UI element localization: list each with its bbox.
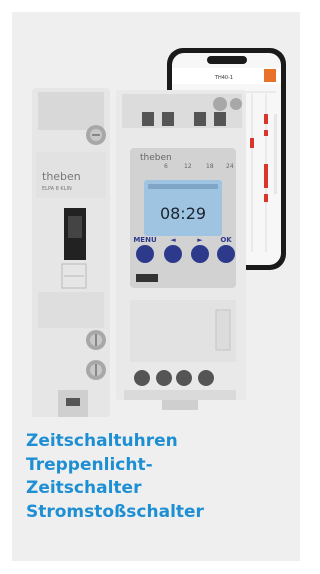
product-card[interactable]: TH40-1 theben ELPA 8 KLIN theben 6 12 18…: [12, 12, 300, 561]
ok-label: OK: [220, 236, 232, 244]
left-brand-label: theben: [42, 170, 81, 183]
ok-button: [217, 245, 235, 263]
lcd-time: 08:29: [160, 204, 206, 223]
product-image[interactable]: TH40-1 theben ELPA 8 KLIN theben 6 12 18…: [12, 12, 300, 417]
link-treppenlicht-zeitschalter-line2[interactable]: Zeitschalter: [26, 477, 204, 501]
phone-header: TH40-1: [214, 75, 233, 81]
left-model-label: ELPA 8 KLIN: [42, 186, 72, 192]
menu-button: [136, 245, 154, 263]
menu-label: MENU: [133, 236, 157, 244]
dial-number-24: 24: [226, 163, 234, 170]
product-category-links: Zeitschaltuhren Treppenlicht- Zeitschalt…: [26, 430, 204, 524]
link-stromstossschalter[interactable]: Stromstoßschalter: [26, 501, 204, 525]
right-arrow-button: [191, 245, 209, 263]
dial-number-18: 18: [206, 163, 214, 170]
digital-timer-device: theben 6 12 18 24 08:29 MENU ◄ ► OK: [116, 90, 246, 410]
dial-number-6: 6: [164, 163, 168, 170]
timer-brand-label: theben: [140, 153, 172, 163]
left-arrow-label: ◄: [170, 236, 176, 244]
link-zeitschaltuhren[interactable]: Zeitschaltuhren: [26, 430, 204, 454]
right-arrow-label: ►: [197, 236, 203, 244]
left-arrow-button: [164, 245, 182, 263]
staircase-switch-device: theben ELPA 8 KLIN: [32, 88, 110, 417]
dial-number-12: 12: [184, 163, 192, 170]
link-treppenlicht-zeitschalter-line1[interactable]: Treppenlicht-: [26, 454, 204, 478]
phone-accent-button: [264, 69, 276, 82]
